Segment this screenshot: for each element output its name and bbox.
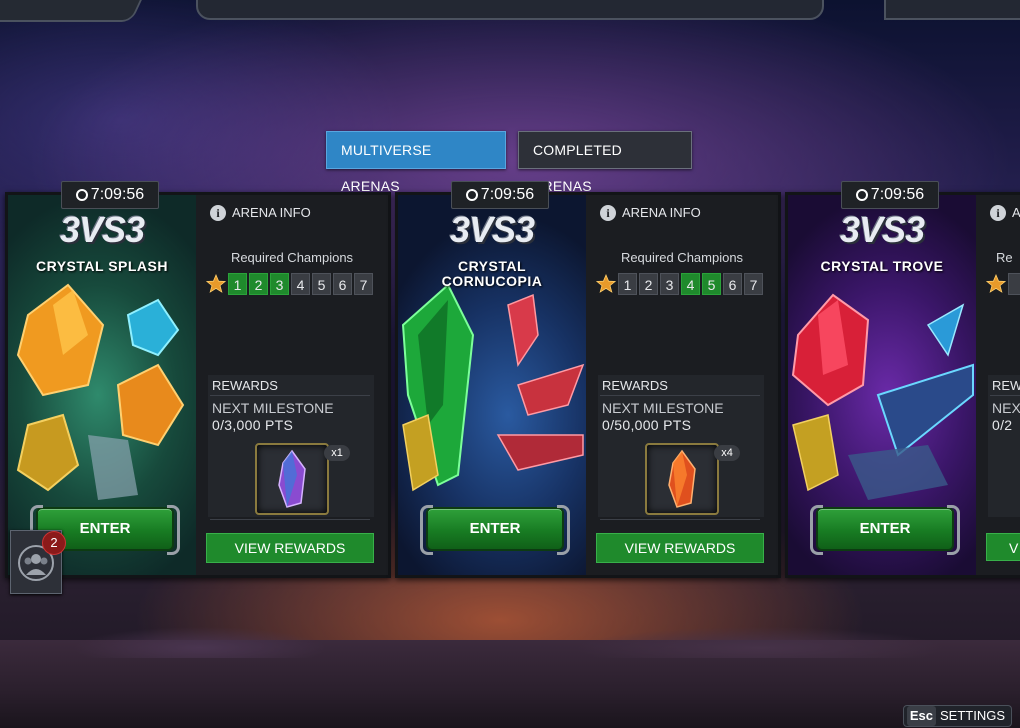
- settings-button[interactable]: Esc SETTINGS: [902, 705, 1012, 727]
- info-icon: i: [210, 205, 226, 221]
- arena-info-header[interactable]: iARENA INFO: [210, 205, 311, 221]
- mode-label: 3VS3: [59, 209, 145, 250]
- arena-name: CRYSTAL TROVE: [820, 258, 944, 274]
- rewards-title: REWARDS: [602, 378, 668, 393]
- crystal-art: [16, 283, 185, 500]
- arena-timer: 7:09:56: [841, 181, 939, 209]
- orange-crystal-icon: [668, 449, 696, 508]
- arena-art[interactable]: 3VS3 CRYSTAL CORNUCOPIA ENTER: [398, 195, 586, 575]
- rewards-title: REW: [992, 378, 1020, 393]
- champion-slot: [1008, 273, 1020, 295]
- reward-item[interactable]: [255, 443, 329, 515]
- view-rewards-button[interactable]: VIEW REWARDS: [206, 533, 374, 563]
- star-icon: [596, 274, 616, 293]
- arena-card-crystal-trove: 7:09:56 3VS3 CRYSTAL TROVE ENTER iARENA …: [785, 181, 1020, 578]
- stopwatch-icon: [75, 189, 88, 201]
- rewards-title: REWARDS: [212, 378, 278, 393]
- esc-key-label: Esc: [906, 706, 936, 726]
- arena-name: CRYSTAL SPLASH: [36, 258, 168, 274]
- divider: [990, 395, 1020, 396]
- champion-slot-3: 3: [660, 273, 679, 295]
- champion-slot-6: 6: [723, 273, 742, 295]
- background-ground: [0, 618, 1020, 728]
- reward-count-badge: x1: [324, 445, 350, 461]
- rewards-panel: REW NEX 0/2: [988, 375, 1020, 517]
- divider: [210, 395, 370, 396]
- info-icon: i: [600, 205, 616, 221]
- arena-info-header[interactable]: iARENA INFO: [600, 205, 701, 221]
- divider: [210, 519, 370, 520]
- required-champions-label: Required Champions: [620, 250, 744, 265]
- view-rewards-button[interactable]: V: [986, 533, 1020, 561]
- divider: [600, 519, 760, 520]
- stopwatch-icon: [465, 189, 478, 201]
- mode-label: 3VS3: [839, 209, 925, 250]
- mode-label: 3VS3: [449, 209, 535, 250]
- top-bar: [0, 0, 1020, 22]
- rewards-panel: REWARDS NEXT MILESTONE 0/3,000 PTS x1: [208, 375, 374, 520]
- champion-slot-5: 5: [312, 273, 331, 295]
- tab-multiverse-arenas[interactable]: MULTIVERSE ARENAS: [326, 131, 506, 194]
- purple-crystal-icon: [278, 449, 306, 508]
- milestone-points: 0/50,000 PTS: [602, 417, 692, 433]
- arena-info-panel: iARENA INFO Re REW NEX 0/2 V: [976, 195, 1020, 575]
- champion-slot-1: 1: [618, 273, 637, 295]
- stopwatch-icon: [855, 189, 868, 201]
- milestone-points: 0/2: [992, 417, 1013, 433]
- divider: [600, 395, 760, 396]
- next-milestone-label: NEXT MILESTONE: [212, 400, 334, 416]
- top-bar-left-button[interactable]: [0, 0, 149, 22]
- champion-slot-2: 2: [249, 273, 268, 295]
- arena-info-header[interactable]: iARENA INFO: [990, 205, 1020, 221]
- champion-slot-7: 7: [354, 273, 373, 295]
- crystal-art: [791, 293, 974, 500]
- arena-timer: 7:09:56: [451, 181, 549, 209]
- enter-button[interactable]: ENTER: [810, 505, 960, 555]
- arena-info-panel: i ARENA INFO Required Champions 1234567 R…: [196, 195, 388, 575]
- crystal-art: [401, 285, 585, 492]
- milestone-points: 0/3,000 PTS: [212, 417, 294, 433]
- reward-item[interactable]: [645, 443, 719, 515]
- settings-label: SETTINGS: [939, 708, 1005, 723]
- enter-button[interactable]: ENTER: [420, 505, 570, 555]
- arena-info-panel: i ARENA INFO Required Champions 1234567 R…: [586, 195, 778, 575]
- champion-slot-6: 6: [333, 273, 352, 295]
- champion-slot-3: 3: [270, 273, 289, 295]
- star-icon: [206, 274, 226, 293]
- arena-name: CRYSTAL CORNUCOPIA: [441, 258, 543, 289]
- top-bar-resources: [196, 0, 824, 20]
- next-milestone-label: NEX: [992, 400, 1020, 416]
- top-bar-right-button[interactable]: [884, 0, 1020, 20]
- champion-slot-5: 5: [702, 273, 721, 295]
- notification-badge: 2: [42, 531, 66, 555]
- arena-art[interactable]: 3VS3 CRYSTAL SPLASH ENTER: [8, 195, 196, 575]
- champion-slot-2: 2: [639, 273, 658, 295]
- info-icon: i: [990, 205, 1006, 221]
- arena-timer: 7:09:56: [61, 181, 159, 209]
- arena-card-crystal-splash: 7:09:56 3VS3 CRYSTAL SPLASH ENTER i ARENA…: [5, 181, 391, 578]
- rewards-panel: REWARDS NEXT MILESTONE 0/50,000 PTS x4: [598, 375, 764, 520]
- champion-slot-1: 1: [228, 273, 247, 295]
- star-icon: [986, 274, 1006, 293]
- required-champions-label: Re: [996, 250, 1013, 265]
- next-milestone-label: NEXT MILESTONE: [602, 400, 724, 416]
- champion-slot-4: 4: [291, 273, 310, 295]
- required-champions-label: Required Champions: [230, 250, 354, 265]
- view-rewards-button[interactable]: VIEW REWARDS: [596, 533, 764, 563]
- arena-art[interactable]: 3VS3 CRYSTAL TROVE ENTER: [788, 195, 976, 575]
- champion-slot-7: 7: [744, 273, 763, 295]
- reward-count-badge: x4: [714, 445, 740, 461]
- arena-card-crystal-cornucopia: 7:09:56 3VS3 CRYSTAL CORNUCOPIA ENTER iA…: [395, 181, 781, 578]
- tab-completed-arenas[interactable]: COMPLETED ARENAS: [518, 131, 692, 194]
- champion-slot-4: 4: [681, 273, 700, 295]
